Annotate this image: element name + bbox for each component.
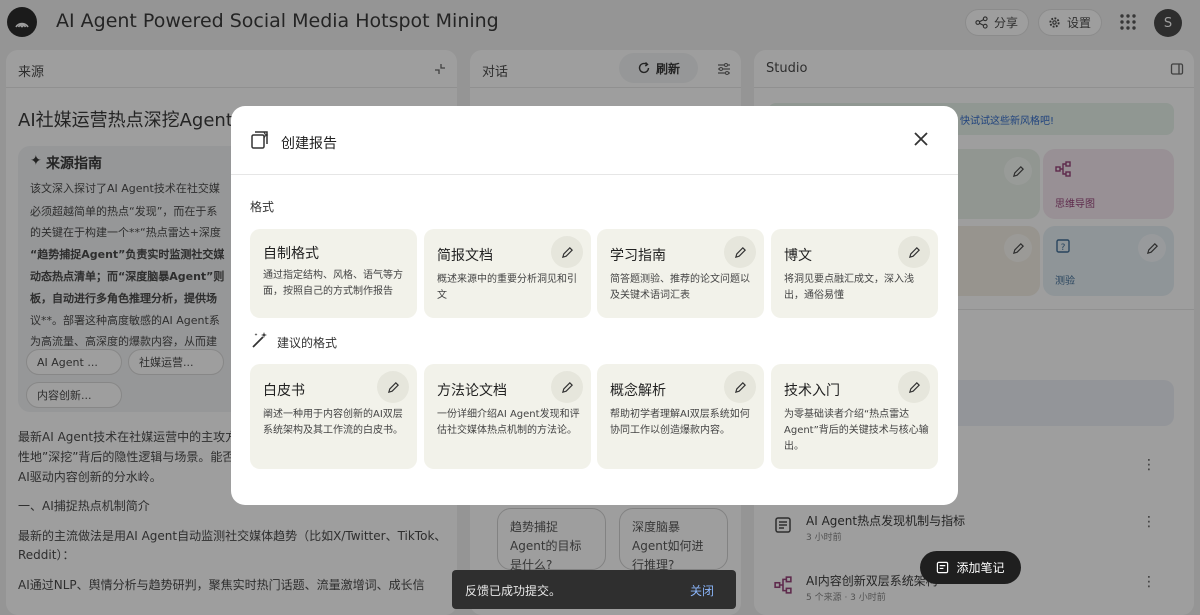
edit-icon[interactable] [551, 236, 583, 268]
format-title: 白皮书 [263, 383, 305, 399]
snackbar-message: 反馈已成功提交。 [465, 584, 562, 598]
create-report-dialog: 创建报告 格式 自制格式 通过指定结构、风格、语气等方面，按照自己的方式制作报告… [231, 106, 958, 505]
format-description: 为零基础读者介绍“热点雷达Agent”背后的关键技术与核心输出。 [784, 409, 929, 452]
format-description: 阐述一种用于内容创新的AI双层系统架构及其工作流的白皮书。 [263, 409, 403, 436]
format-section-label: 格式 [250, 200, 275, 214]
suggested-card-tech-intro[interactable]: 技术入门 为零基础读者介绍“热点雷达Agent”背后的关键技术与核心输出。 [771, 364, 938, 469]
format-description: 通过指定结构、风格、语气等方面，按照自己的方式制作报告 [263, 270, 403, 297]
format-card-study-guide[interactable]: 学习指南 简答题测验、推荐的论文问题以及关键术语词汇表 [597, 229, 764, 318]
format-card-custom[interactable]: 自制格式 通过指定结构、风格、语气等方面，按照自己的方式制作报告 [250, 229, 417, 318]
note-add-icon [937, 561, 949, 574]
edit-icon[interactable] [724, 236, 756, 268]
edit-icon[interactable] [898, 236, 930, 268]
edit-icon[interactable] [377, 371, 409, 403]
suggested-card-whitepaper[interactable]: 白皮书 阐述一种用于内容创新的AI双层系统架构及其工作流的白皮书。 [250, 364, 417, 469]
snackbar-close-button[interactable]: 关闭 [690, 582, 714, 599]
format-description: 概述来源中的重要分析洞见和引文 [437, 274, 577, 301]
edit-icon[interactable] [898, 371, 930, 403]
report-icon [251, 131, 269, 149]
format-title: 技术入门 [784, 383, 840, 399]
format-title: 博文 [784, 248, 812, 264]
format-card-briefing[interactable]: 简报文档 概述来源中的重要分析洞见和引文 [424, 229, 591, 318]
suggested-card-methodology[interactable]: 方法论文档 一份详细介绍AI Agent发现和评估社交媒体热点机制的方法论。 [424, 364, 591, 469]
add-note-label: 添加笔记 [956, 561, 1005, 575]
dialog-title: 创建报告 [281, 136, 337, 152]
format-description: 一份详细介绍AI Agent发现和评估社交媒体热点机制的方法论。 [437, 409, 580, 436]
magic-wand-icon [252, 332, 267, 348]
format-title: 简报文档 [437, 248, 493, 264]
format-description: 帮助初学者理解AI双层系统如何协同工作以创造爆款内容。 [610, 409, 750, 436]
format-description: 将洞见要点融汇成文，深入浅出，通俗易懂 [784, 274, 914, 301]
format-card-blog[interactable]: 博文 将洞见要点融汇成文，深入浅出，通俗易懂 [771, 229, 938, 318]
divider [231, 174, 958, 175]
format-title: 方法论文档 [437, 383, 507, 399]
suggested-card-concept[interactable]: 概念解析 帮助初学者理解AI双层系统如何协同工作以创造爆款内容。 [597, 364, 764, 469]
format-title: 自制格式 [263, 246, 319, 262]
suggested-section-label: 建议的格式 [277, 336, 338, 350]
snackbar: 反馈已成功提交。 关闭 [452, 570, 736, 609]
edit-icon[interactable] [551, 371, 583, 403]
add-note-button[interactable]: 添加笔记 [920, 551, 1021, 584]
edit-icon[interactable] [724, 371, 756, 403]
format-title: 学习指南 [610, 248, 666, 264]
close-icon[interactable] [910, 128, 932, 150]
format-description: 简答题测验、推荐的论文问题以及关键术语词汇表 [610, 274, 750, 301]
format-title: 概念解析 [610, 383, 666, 399]
